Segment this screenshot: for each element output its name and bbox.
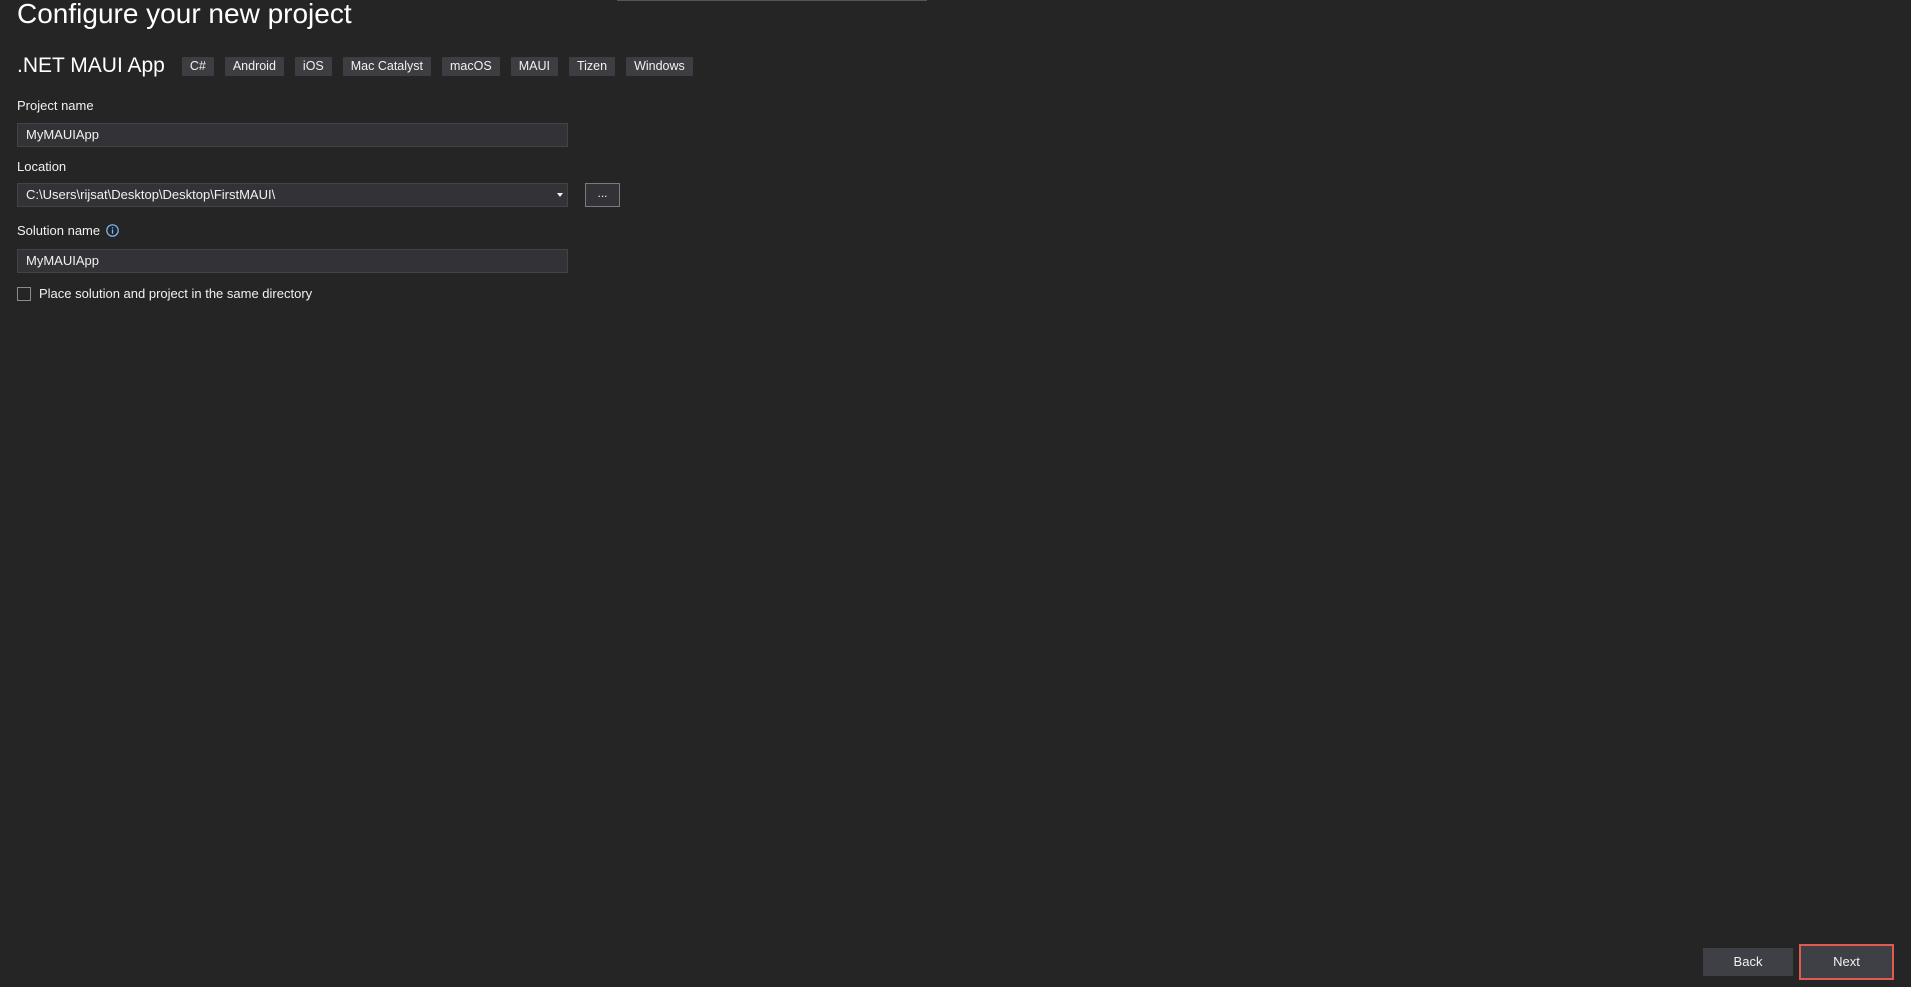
top-divider bbox=[617, 0, 927, 1]
next-button-label: Next bbox=[1803, 948, 1890, 976]
tag-ios: iOS bbox=[294, 56, 332, 76]
project-name-label: Project name bbox=[17, 98, 94, 113]
project-name-input[interactable]: MyMAUIApp bbox=[17, 123, 568, 147]
tag-maui: MAUI bbox=[510, 56, 558, 76]
info-icon[interactable] bbox=[106, 224, 119, 237]
tag-csharp: C# bbox=[181, 56, 214, 76]
tag-tizen: Tizen bbox=[568, 56, 616, 76]
template-name: .NET MAUI App bbox=[17, 54, 165, 77]
template-row: .NET MAUI App C# Android iOS Mac Catalys… bbox=[17, 52, 704, 80]
tag-mac-catalyst: Mac Catalyst bbox=[342, 56, 432, 76]
tag-android: Android bbox=[224, 56, 284, 76]
chevron-down-icon[interactable] bbox=[557, 193, 563, 197]
configure-project-page: Configure your new project .NET MAUI App… bbox=[0, 0, 1911, 987]
tag-windows: Windows bbox=[626, 56, 693, 76]
location-value: C:\Users\rijsat\Desktop\Desktop\FirstMAU… bbox=[26, 187, 276, 202]
browse-button[interactable]: ... bbox=[585, 183, 620, 207]
back-button[interactable]: Back bbox=[1703, 948, 1793, 976]
page-title: Configure your new project bbox=[17, 0, 352, 29]
same-directory-checkbox[interactable] bbox=[17, 286, 31, 301]
location-label: Location bbox=[17, 159, 67, 174]
solution-name-label: Solution name bbox=[17, 223, 101, 238]
next-button[interactable]: Next bbox=[1799, 944, 1894, 980]
solution-name-label-row: Solution name bbox=[17, 223, 119, 238]
location-dropdown[interactable]: C:\Users\rijsat\Desktop\Desktop\FirstMAU… bbox=[17, 183, 568, 207]
same-directory-row[interactable]: Place solution and project in the same d… bbox=[17, 286, 312, 301]
solution-name-input[interactable]: MyMAUIApp bbox=[17, 249, 568, 273]
tag-macos: macOS bbox=[442, 56, 500, 76]
same-directory-label: Place solution and project in the same d… bbox=[39, 286, 313, 301]
